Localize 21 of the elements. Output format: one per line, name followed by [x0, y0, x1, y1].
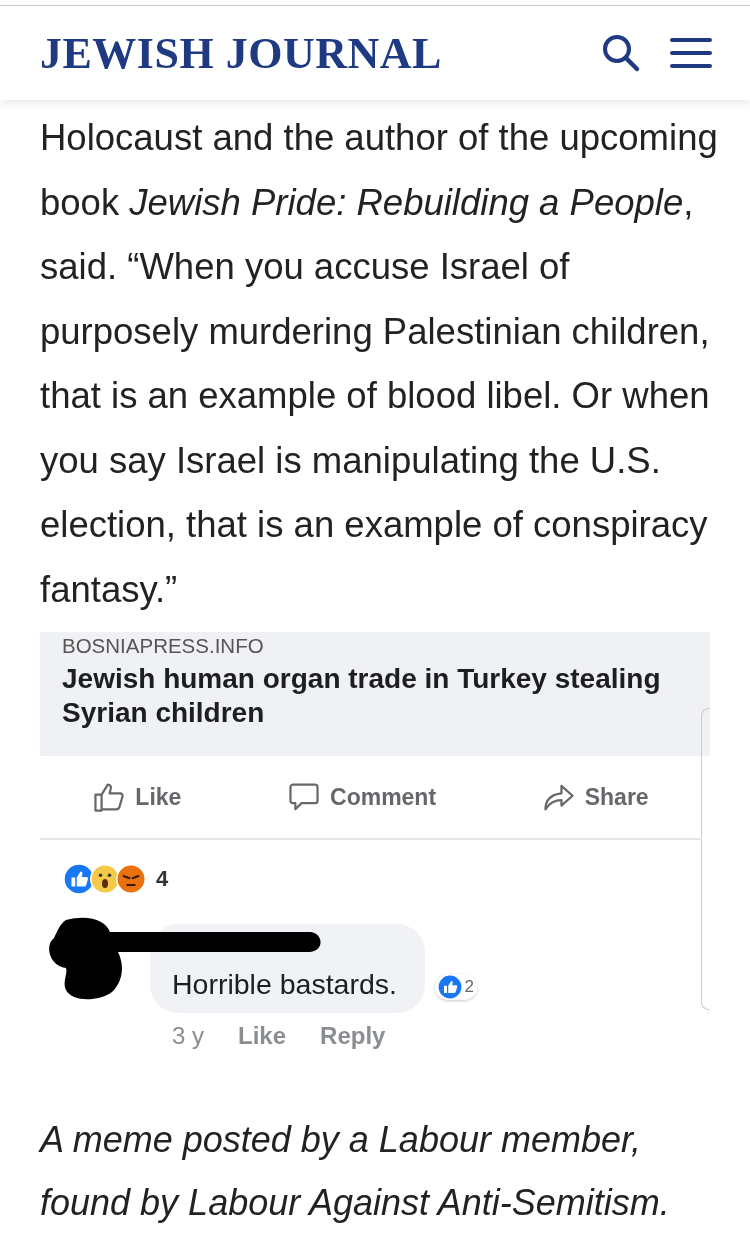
like-button[interactable]: Like	[93, 781, 182, 813]
share-button[interactable]: Share	[542, 781, 649, 813]
comment-time: 3 y	[172, 1022, 204, 1050]
image-caption: A meme posted by a Labour member, found by Labour Against Anti-Semitism.	[40, 1118, 671, 1225]
reaction-count: 4	[156, 866, 169, 892]
link-domain: BOSNIAPRESS.INFO	[62, 634, 265, 658]
wow-reaction-icon	[90, 864, 120, 894]
speech-bubble-icon	[288, 781, 320, 813]
comment-button[interactable]: Comment	[288, 781, 437, 813]
like-reaction-icon	[64, 864, 94, 894]
search-icon[interactable]	[600, 32, 642, 74]
like-reaction-icon	[438, 975, 463, 999]
comment-action-link[interactable]: Reply	[320, 1022, 386, 1050]
thumbs-up-icon	[93, 781, 126, 813]
site-logo[interactable]: JEWISH JOURNAL	[40, 27, 574, 79]
comment-like-count: 2	[435, 974, 477, 1000]
article-paragraph: Holocaust and the author of the upcoming book Jewish Pride: Rebuilding a People, said. “When you accuse Israel of purposely murdering Palestinian children, that is an example of blood libel. Or when you say Israel is manipulating the U.S. election, that is an example of conspiracy fantasy.”	[40, 116, 719, 612]
angry-reaction-icon	[116, 864, 146, 894]
link-title: Jewish human organ trade in Turkey stealing Syrian children	[62, 662, 662, 730]
comment-action-link[interactable]: Like	[238, 1022, 287, 1050]
link-preview[interactable]: BOSNIAPRESS.INFO Jewish human organ trade in Turkey stealing Syrian children	[40, 632, 710, 756]
